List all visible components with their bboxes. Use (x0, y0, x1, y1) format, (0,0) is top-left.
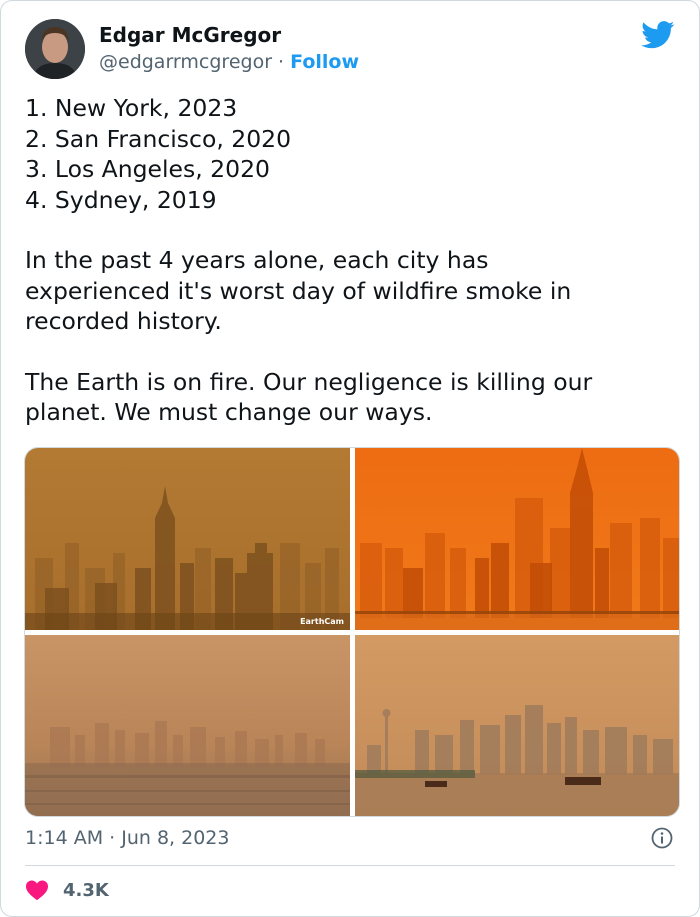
author-meta-row: @edgarrmcgregor · Follow (99, 51, 359, 73)
photo-san-francisco[interactable] (355, 448, 679, 630)
paragraph-line: In the past 4 years alone, each city has (25, 246, 489, 274)
photo-new-york[interactable]: EarthCam (25, 448, 350, 630)
paragraph-line: recorded history. (25, 307, 222, 335)
tweet-card: Edgar McGregor @edgarrmcgregor · Follow … (0, 0, 700, 917)
follow-button[interactable]: Follow (290, 51, 359, 73)
like-count: 4.3K (63, 879, 109, 901)
tweet-timestamp[interactable]: 1:14 AM · Jun 8, 2023 (25, 827, 229, 849)
list-item: 1. New York, 2023 (25, 94, 238, 122)
list-item: 3. Los Angeles, 2020 (25, 155, 270, 183)
divider (25, 865, 675, 866)
twitter-bird-icon[interactable] (641, 21, 675, 49)
paragraph-line: The Earth is on fire. Our negligence is … (25, 367, 593, 396)
author-name[interactable]: Edgar McGregor (99, 23, 281, 47)
avatar[interactable] (25, 19, 85, 79)
media-grid: EarthCam (24, 447, 680, 817)
photo-los-angeles[interactable] (25, 635, 350, 816)
heart-icon[interactable] (25, 879, 49, 901)
info-icon[interactable] (651, 827, 673, 849)
list-item: 2. San Francisco, 2020 (25, 124, 292, 153)
tweet-text: 1. New York, 2023 2. San Francisco, 2020… (25, 93, 675, 428)
photo-sydney[interactable] (355, 635, 679, 816)
earthcam-watermark: EarthCam (300, 617, 344, 626)
paragraph-line: experienced it's worst day of wildfire s… (25, 276, 572, 305)
author-handle[interactable]: @edgarrmcgregor (99, 51, 272, 73)
paragraph-line: planet. We must change our ways. (25, 398, 433, 426)
like-action[interactable]: 4.3K (25, 877, 109, 903)
list-item: 4. Sydney, 2019 (25, 185, 217, 214)
separator-dot: · (272, 51, 291, 73)
